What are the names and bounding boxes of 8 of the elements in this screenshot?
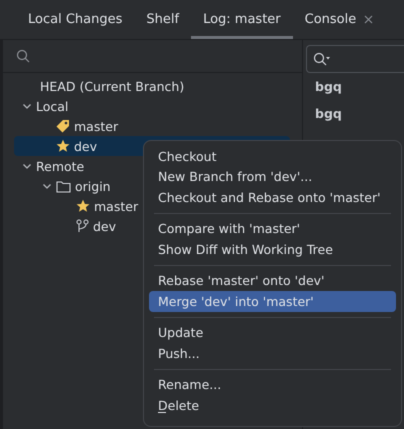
tree-item-label: dev bbox=[74, 138, 98, 154]
tree-item-label: master bbox=[94, 198, 138, 214]
tree-item-label: origin bbox=[75, 178, 111, 194]
tree-item-label: Local bbox=[36, 98, 68, 114]
tree-item-label: master bbox=[74, 118, 118, 134]
tree-item-label: Remote bbox=[36, 158, 84, 174]
tree-item-label: HEAD (Current Branch) bbox=[40, 78, 184, 94]
tree-item-label: dev bbox=[93, 218, 116, 234]
